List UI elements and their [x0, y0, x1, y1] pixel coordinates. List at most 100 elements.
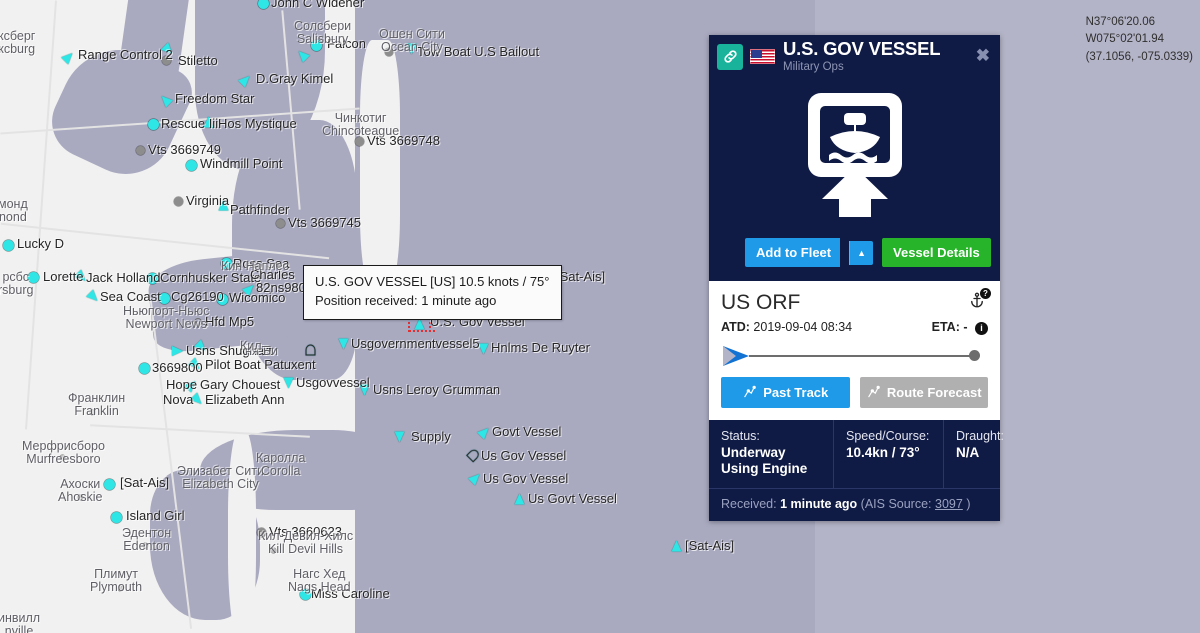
vessel-info-panel: U.S. GOV VESSEL Military Ops ✖ Add to Fl…	[709, 35, 1004, 522]
received-footer: Received: 1 minute ago (AIS Source: 3097…	[709, 488, 1000, 522]
city-label: Солсбери Salisbury	[294, 19, 351, 46]
city-name-latin: Franklin	[74, 404, 119, 419]
vessel-marker[interactable]	[148, 119, 159, 130]
eta-group: ETA: - i	[932, 320, 988, 335]
vessel-label[interactable]: [Sat-Ais]	[556, 270, 605, 284]
city-name-latin: Elizabeth City	[182, 477, 259, 492]
vessel-label[interactable]: Lucky D	[17, 237, 64, 251]
vts-marker[interactable]	[276, 219, 285, 228]
vessel-label[interactable]: Elizabeth Ann	[205, 393, 285, 407]
land-shape	[228, 430, 256, 633]
vessel-marker[interactable]	[338, 338, 349, 350]
vessel-marker-outline[interactable]	[305, 344, 316, 356]
vessel-label[interactable]: Us Gov Vessel	[481, 449, 566, 463]
vessel-label[interactable]: Vts 3669749	[148, 143, 221, 157]
vts-marker[interactable]	[355, 137, 364, 146]
vessel-label[interactable]: Us Gov Vessel	[483, 472, 568, 486]
vessel-label[interactable]: Range Control 2	[78, 48, 173, 62]
vessel-label[interactable]: Wicomico	[229, 291, 285, 305]
atd-eta-row: ATD: 2019-09-04 08:34 ETA: - i	[721, 320, 988, 335]
vessel-label[interactable]: Hfd Mp5	[205, 315, 254, 329]
vessel-label[interactable]: 3669800	[152, 361, 203, 375]
vessel-label[interactable]: Hnlms De Ruyter	[491, 341, 590, 355]
vessel-label[interactable]: Nova	[163, 393, 193, 407]
vessel-label[interactable]: Pilot Boat Patuxent	[205, 358, 316, 372]
vessel-label[interactable]: Pathfinder	[230, 203, 289, 217]
vessel-marker[interactable]	[111, 512, 122, 523]
vessel-label[interactable]: [Sat-Ais]	[120, 476, 169, 490]
vessel-label[interactable]: Supply	[411, 430, 451, 444]
city-name-latin: Ocean City	[380, 40, 443, 55]
route-forecast-button[interactable]: Route Forecast	[859, 376, 988, 408]
coordinate-readout: N37°06'20.06 W075°02'01.94 (37.1056, -07…	[1086, 14, 1193, 66]
vessel-marker[interactable]	[671, 540, 682, 552]
vessel-marker[interactable]	[186, 160, 197, 171]
vessel-label[interactable]: Hope	[166, 378, 197, 392]
vessel-label[interactable]: Windmill Point	[200, 157, 282, 171]
city-label: Плимут Plymouth	[90, 567, 142, 594]
vessel-label[interactable]: Stiletto	[178, 54, 218, 68]
past-track-button[interactable]: Past Track	[721, 376, 850, 408]
fleet-dropdown-caret-icon[interactable]: ▲	[849, 240, 874, 265]
vessel-label[interactable]: Jack Holland	[86, 271, 160, 285]
progress-track	[749, 354, 972, 357]
vessel-details-button[interactable]: Vessel Details	[882, 238, 991, 267]
vessel-label[interactable]: Us Govt Vessel	[528, 492, 617, 506]
ais-source-suffix: )	[966, 497, 971, 512]
vessel-label[interactable]: John C Widener	[271, 0, 364, 10]
city-name-latin: Newport News	[125, 317, 207, 332]
vessel-label[interactable]: Usgovvessel	[296, 376, 370, 390]
vessel-label[interactable]: Virginia	[186, 194, 229, 208]
vts-marker[interactable]	[136, 146, 145, 155]
city-label: Кил-Девил-Хилс Kill Devil Hills	[258, 529, 353, 556]
vessel-label[interactable]: Freedom Star	[175, 92, 254, 106]
city-label: Каролла Corolla	[256, 451, 305, 478]
latitude-dms: N37°06'20.06	[1085, 16, 1156, 28]
vessel-label[interactable]: Govt Vessel	[492, 425, 561, 439]
ais-source-link[interactable]: 3097	[935, 497, 963, 511]
city-label: Нагс Хед Nags Head	[288, 567, 351, 595]
vessel-marker[interactable]	[478, 343, 489, 355]
close-icon[interactable]: ✖	[976, 47, 990, 64]
vessel-label[interactable]: Lorette	[43, 270, 83, 284]
tooltip-line-1: U.S. GOV VESSEL [US] 10.5 knots / 75°	[315, 274, 550, 289]
draught-value: N/A	[956, 444, 980, 460]
vessel-label[interactable]: Hos Mystique	[218, 117, 297, 131]
past-track-label: Past Track	[763, 384, 829, 400]
vessel-marker[interactable]	[104, 479, 115, 490]
eta-label: ETA: -	[931, 320, 968, 335]
vessel-label[interactable]: Sea Coast	[100, 290, 161, 304]
vessel-label[interactable]: D.Gray Kimel	[256, 72, 333, 86]
vessel-marker[interactable]	[514, 493, 525, 505]
link-icon	[717, 43, 743, 70]
vessel-marker[interactable]	[172, 346, 183, 356]
city-name-latin: Nags Head	[288, 580, 351, 595]
ais-source-label: (AIS Source:	[860, 497, 932, 512]
status-label: Status:	[721, 428, 760, 443]
vessel-marker[interactable]	[394, 431, 405, 443]
tooltip-line-2: Position received: 1 minute ago	[315, 292, 497, 308]
vessel-label[interactable]: Vts 3669745	[288, 216, 361, 230]
anchor-icon[interactable]: ?	[968, 288, 991, 311]
vessel-marker[interactable]	[3, 240, 14, 251]
vessel-photo-placeholder[interactable]	[709, 78, 1000, 230]
info-icon[interactable]: i	[975, 321, 988, 335]
vessel-label[interactable]: Usns Leroy Grumman	[373, 383, 500, 397]
vessel-label[interactable]: [Sat-Ais]	[685, 539, 734, 553]
vessel-label[interactable]: Usgovernmentvessel5	[351, 337, 480, 351]
vessel-marker[interactable]	[139, 363, 150, 374]
vessel-label[interactable]: Gary Chouest	[200, 378, 280, 392]
vts-marker[interactable]	[174, 197, 183, 206]
city-label: Кин Наплес	[221, 259, 289, 273]
vessel-marker[interactable]	[283, 377, 294, 389]
map-canvas[interactable]: John C Widener Range Control 2 Stiletto Fal…	[0, 0, 1200, 633]
city-name-cyrillic: Кил-	[240, 339, 266, 353]
received-label: Received:	[721, 497, 777, 512]
vessel-label[interactable]: Cg26190	[171, 290, 224, 304]
city-name-cyrillic: Кин Наплес	[221, 259, 289, 273]
add-to-fleet-button[interactable]: Add to Fleet	[745, 238, 841, 267]
vessel-label[interactable]: Island Girl	[126, 509, 185, 523]
vessel-label[interactable]: Rescue Iii	[161, 117, 218, 131]
land-shape	[360, 40, 400, 290]
city-name-latin: Ahoskie	[58, 490, 103, 505]
